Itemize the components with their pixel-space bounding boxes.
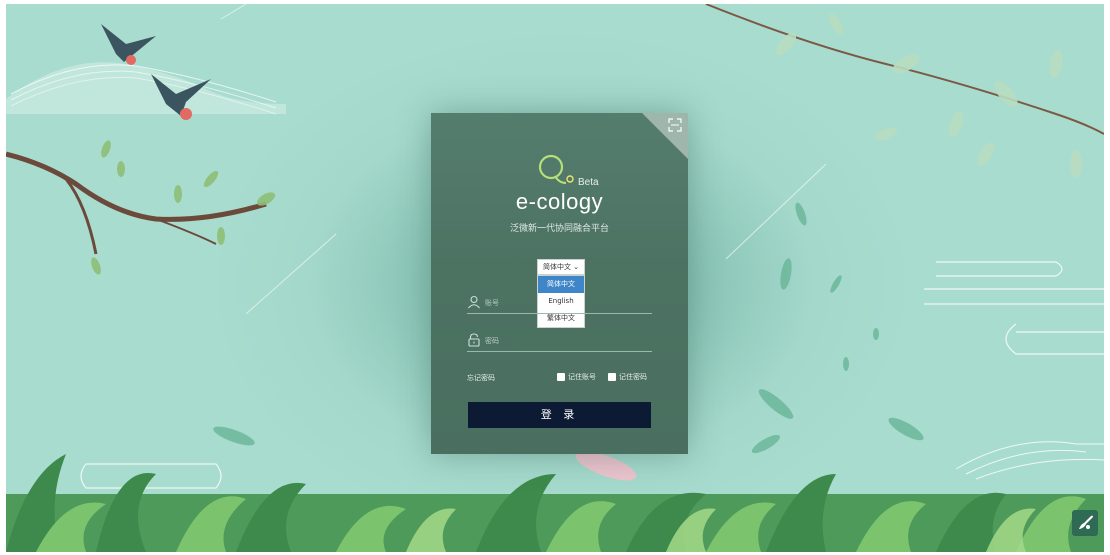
scan-corners-icon[interactable]: [668, 118, 682, 132]
login-card: Beta e-cology 泛微新一代协同融合平台 简体中文 ⌄ 简体中文 En…: [431, 113, 688, 454]
paint-brush-icon: [1079, 515, 1093, 529]
brand-subtitle: 泛微新一代协同融合平台: [509, 224, 609, 234]
theme-switch-button[interactable]: [1072, 510, 1098, 536]
remember-account-label: 记住账号: [568, 373, 596, 381]
password-field: [467, 333, 652, 352]
login-button[interactable]: 登 录: [468, 402, 651, 428]
lock-icon: [468, 333, 480, 347]
beta-badge: Beta: [578, 177, 599, 188]
checkbox-box[interactable]: [608, 373, 616, 381]
user-icon: [468, 295, 480, 309]
language-option-simplified-chinese[interactable]: 简体中文: [538, 276, 584, 293]
account-input[interactable]: [485, 297, 645, 309]
account-field: [467, 295, 652, 314]
language-select[interactable]: 简体中文 ⌄: [537, 259, 585, 275]
checkbox-box[interactable]: [557, 373, 565, 381]
remember-password-label: 记住密码: [619, 373, 647, 381]
login-options: 忘记密码 记住账号 记住密码: [467, 372, 652, 384]
remember-account-checkbox[interactable]: 记住账号: [557, 372, 596, 382]
remember-password-checkbox[interactable]: 记住密码: [608, 372, 647, 382]
brand-name: e-cology: [515, 189, 604, 214]
password-input[interactable]: [485, 335, 645, 347]
forgot-password-link[interactable]: 忘记密码: [467, 373, 495, 383]
